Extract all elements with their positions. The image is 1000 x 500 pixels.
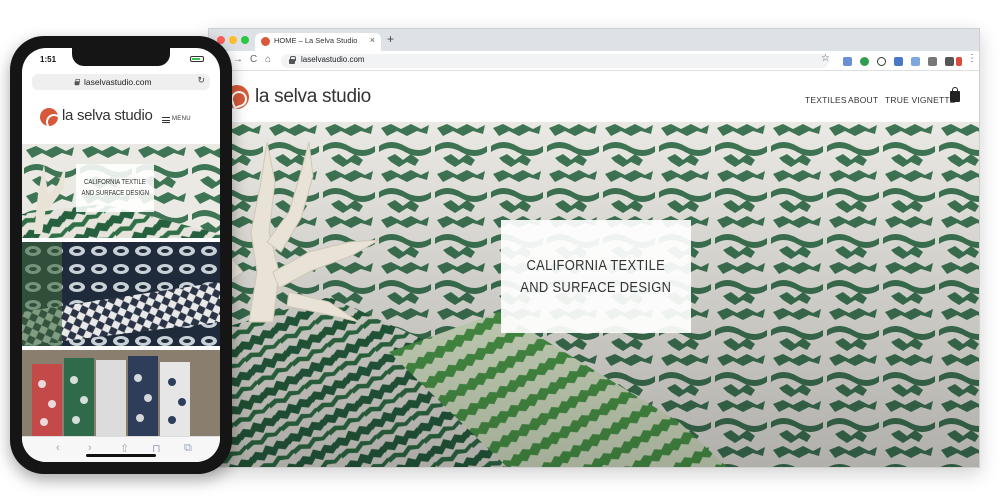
phone-printed-cloth-image: [22, 350, 220, 436]
browser-menu-icon[interactable]: ⋮: [967, 53, 977, 64]
browser-tab-bar: HOME – La Selva Studio × +: [209, 29, 979, 51]
logo-icon[interactable]: [40, 108, 58, 126]
address-bar[interactable]: laselvastudio.com: [281, 54, 829, 68]
evernote-extension-icon[interactable]: [860, 57, 869, 66]
reload-button[interactable]: C: [250, 54, 257, 65]
phone-screen: 1:51 laselvastudio.com ↻ la selva studio…: [22, 48, 220, 462]
extension-icon[interactable]: [911, 57, 920, 66]
new-tab-button[interactable]: +: [387, 32, 394, 46]
lock-icon: [74, 78, 81, 86]
phone-address-bar-url[interactable]: laselvastudio.com: [84, 77, 152, 87]
phone-tagline-line1: CALIFORNIA TEXTILE: [84, 179, 146, 186]
mobile-phone: 1:51 laselvastudio.com ↻ la selva studio…: [10, 36, 232, 474]
phone-notch: [72, 48, 170, 66]
favicon-icon: [261, 37, 270, 46]
tabs-icon[interactable]: ⧉: [184, 442, 192, 455]
extension-icon[interactable]: [843, 57, 852, 66]
home-button[interactable]: ⌂: [265, 54, 271, 65]
browser-tab[interactable]: HOME – La Selva Studio ×: [255, 33, 381, 51]
reload-icon[interactable]: ↻: [197, 75, 205, 86]
nav-link-true-vignette[interactable]: TRUE VIGNETTE: [885, 95, 956, 105]
hero-image: CALIFORNIA TEXTILE AND SURFACE DESIGN: [209, 122, 979, 467]
profile-icon[interactable]: [956, 57, 962, 66]
tab-close-icon[interactable]: ×: [370, 35, 375, 45]
tab-title: HOME – La Selva Studio: [274, 36, 358, 45]
lock-icon: [289, 56, 296, 64]
site-logo-text[interactable]: la selva studio: [255, 86, 371, 108]
hamburger-menu-icon[interactable]: [162, 117, 170, 123]
maximize-window-button[interactable]: [241, 36, 249, 44]
nav-link-textiles[interactable]: TEXTILES: [805, 95, 847, 105]
safari-forward-icon[interactable]: ›: [88, 442, 92, 454]
desktop-browser-window: HOME – La Selva Studio × + ← → C ⌂ lasel…: [208, 28, 980, 468]
hero-tagline-line1: CALIFORNIA TEXTILE: [526, 256, 666, 274]
shopping-bag-icon[interactable]: [950, 87, 960, 102]
site-header: la selva studio TEXTILES ABOUT TRUE VIGN…: [209, 72, 979, 122]
address-bar-url[interactable]: laselvastudio.com: [301, 55, 365, 64]
phone-hero-image: CALIFORNIA TEXTILE AND SURFACE DESIGN: [22, 144, 220, 238]
forward-button[interactable]: →: [233, 54, 243, 65]
phone-address-bar[interactable]: laselvastudio.com ↻: [32, 74, 210, 90]
browser-toolbar: ← → C ⌂ laselvastudio.com ☆ ⋮: [209, 51, 979, 71]
minimize-window-button[interactable]: [229, 36, 237, 44]
hero-tagline-card: CALIFORNIA TEXTILE AND SURFACE DESIGN: [501, 220, 691, 333]
status-bar-time: 1:51: [40, 55, 57, 64]
home-indicator[interactable]: [86, 454, 156, 457]
phone-logo-text[interactable]: la selva studio: [62, 107, 153, 124]
navy-textile-photo: [22, 242, 220, 346]
phone-hero-tagline-card: CALIFORNIA TEXTILE AND SURFACE DESIGN: [76, 164, 154, 212]
info-extension-icon[interactable]: [877, 57, 886, 66]
hero-tagline-line2: AND SURFACE DESIGN: [520, 278, 672, 296]
nav-link-about[interactable]: ABOUT: [848, 95, 878, 105]
phone-navy-textile-image: [22, 242, 220, 346]
puzzle-extension-icon[interactable]: [945, 57, 954, 66]
extension-icon[interactable]: [894, 57, 903, 66]
safari-bottom-toolbar: ‹ › ⇧ ⊓ ⧉: [22, 436, 220, 462]
battery-icon: [190, 56, 204, 62]
bookmark-star-icon[interactable]: ☆: [821, 53, 830, 64]
phone-tagline-line2: AND SURFACE DESIGN: [81, 190, 149, 197]
camera-extension-icon[interactable]: [928, 57, 937, 66]
screenshot-stage: HOME – La Selva Studio × + ← → C ⌂ lasel…: [0, 0, 1000, 500]
printed-cloth-photo: [22, 350, 220, 436]
phone-site-header: la selva studio MENU: [22, 94, 220, 144]
menu-button[interactable]: MENU: [172, 116, 191, 122]
safari-back-icon[interactable]: ‹: [56, 442, 60, 454]
